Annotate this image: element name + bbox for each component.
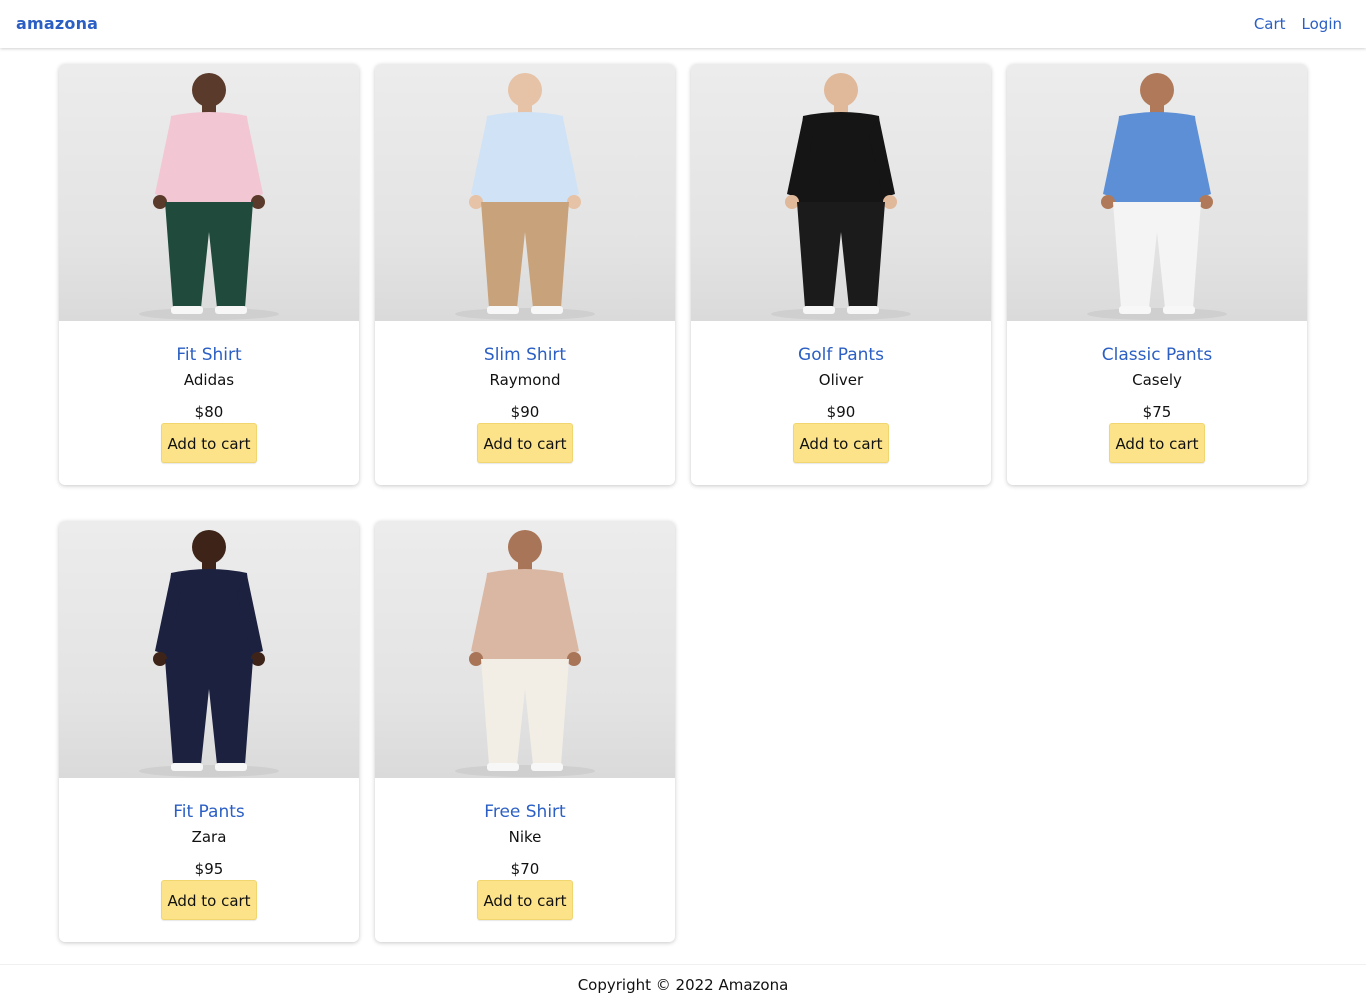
product-info: Golf Pants Oliver $90 Add to cart [691, 345, 991, 463]
copyright-text: Copyright © 2022 Amazona [577, 976, 789, 994]
product-name-link[interactable]: Fit Pants [59, 802, 359, 822]
product-brand: Raymond [489, 371, 561, 389]
model-illustration [771, 73, 911, 320]
product-info: Classic Pants Casely $75 Add to cart [1007, 345, 1307, 463]
product-image[interactable] [1007, 64, 1307, 321]
site-footer: Copyright © 2022 Amazona [0, 964, 1366, 1005]
product-image[interactable] [375, 64, 675, 321]
product-price: $70 [510, 860, 540, 878]
product-image[interactable] [375, 521, 675, 778]
product-name-link[interactable]: Golf Pants [691, 345, 991, 365]
product-price: $75 [1142, 403, 1172, 421]
product-card: Fit Pants Zara $95 Add to cart [59, 521, 359, 942]
model-illustration [1087, 73, 1227, 320]
model-illustration [139, 530, 279, 777]
add-to-cart-button[interactable]: Add to cart [477, 880, 573, 920]
site-header: amazona Cart Login [0, 0, 1366, 48]
product-grid: Fit Shirt Adidas $80 Add to cart Slim Sh… [59, 64, 1307, 942]
product-brand: Nike [508, 828, 542, 846]
add-to-cart-button[interactable]: Add to cart [793, 423, 889, 463]
product-name-link[interactable]: Slim Shirt [375, 345, 675, 365]
product-price: $80 [194, 403, 224, 421]
product-name-link[interactable]: Free Shirt [375, 802, 675, 822]
product-info: Slim Shirt Raymond $90 Add to cart [375, 345, 675, 463]
product-info: Free Shirt Nike $70 Add to cart [375, 802, 675, 920]
product-brand: Casely [1132, 371, 1182, 389]
product-image[interactable] [59, 521, 359, 778]
product-brand: Adidas [183, 371, 235, 389]
add-to-cart-button[interactable]: Add to cart [1109, 423, 1205, 463]
product-info: Fit Shirt Adidas $80 Add to cart [59, 345, 359, 463]
model-illustration [139, 73, 279, 320]
model-illustration [455, 73, 595, 320]
product-name-link[interactable]: Classic Pants [1007, 345, 1307, 365]
product-card: Slim Shirt Raymond $90 Add to cart [375, 64, 675, 485]
product-price: $90 [826, 403, 856, 421]
product-name-link[interactable]: Fit Shirt [59, 345, 359, 365]
add-to-cart-button[interactable]: Add to cart [161, 880, 257, 920]
product-image[interactable] [691, 64, 991, 321]
cart-link[interactable]: Cart [1254, 15, 1286, 33]
product-image[interactable] [59, 64, 359, 321]
product-card: Classic Pants Casely $75 Add to cart [1007, 64, 1307, 485]
product-brand: Oliver [818, 371, 864, 389]
product-price: $90 [510, 403, 540, 421]
product-card: Free Shirt Nike $70 Add to cart [375, 521, 675, 942]
product-card: Fit Shirt Adidas $80 Add to cart [59, 64, 359, 485]
product-brand: Zara [191, 828, 227, 846]
product-card: Golf Pants Oliver $90 Add to cart [691, 64, 991, 485]
brand-logo-link[interactable]: amazona [16, 14, 98, 33]
add-to-cart-button[interactable]: Add to cart [477, 423, 573, 463]
login-link[interactable]: Login [1302, 15, 1342, 33]
product-price: $95 [194, 860, 224, 878]
header-nav: Cart Login [1254, 15, 1342, 33]
model-illustration [455, 530, 595, 777]
product-info: Fit Pants Zara $95 Add to cart [59, 802, 359, 920]
add-to-cart-button[interactable]: Add to cart [161, 423, 257, 463]
